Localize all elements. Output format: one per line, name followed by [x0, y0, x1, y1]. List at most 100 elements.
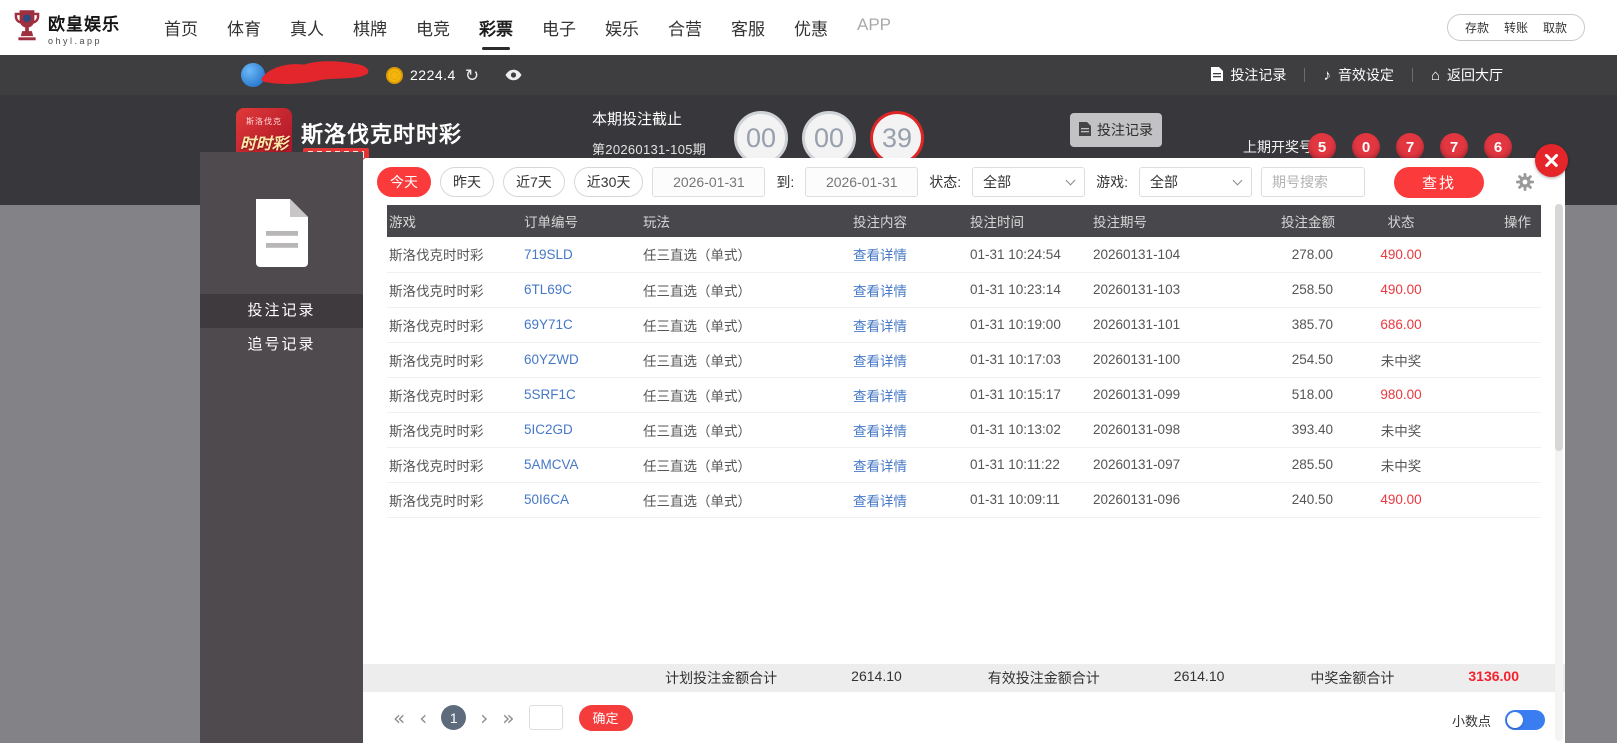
- column-header-2: 订单编号: [522, 205, 641, 237]
- quick-filter-today[interactable]: 今天: [377, 167, 431, 197]
- decimal-toggle[interactable]: [1505, 710, 1545, 730]
- order-link[interactable]: 6TL69C: [522, 272, 641, 308]
- date-from-input[interactable]: [652, 167, 766, 197]
- nav-item-live[interactable]: 真人: [290, 8, 324, 47]
- amount-cell: 285.50: [1240, 447, 1335, 483]
- status-select[interactable]: 全部: [972, 167, 1086, 197]
- user-bar: 2224.4 ↻ 投注记录 ♪ 音效设定 ⌂ 返回大厅: [0, 55, 1617, 95]
- deadline-block: 本期投注截止 第20260131-105期: [592, 108, 706, 158]
- nav-item-sports[interactable]: 体育: [227, 8, 261, 47]
- sound-setting-link[interactable]: ♪ 音效设定: [1305, 65, 1412, 85]
- screen: 欧皇娱乐 ohyl.app 首页 体育 真人 棋牌 电竞 彩票 电子 娱乐 合营…: [0, 0, 1617, 743]
- view-detail-link[interactable]: 查看详情: [851, 272, 968, 308]
- banner-bet-record-button[interactable]: 投注记录: [1070, 113, 1162, 147]
- op-cell: [1465, 237, 1541, 273]
- date-to-input[interactable]: [805, 167, 919, 197]
- amount-cell: 254.50: [1240, 342, 1335, 378]
- scrollbar-thumb[interactable]: [1555, 204, 1563, 452]
- page-jump-input[interactable]: [528, 705, 563, 730]
- next-page-button[interactable]: ›: [480, 708, 488, 728]
- status-label: 状态:: [929, 174, 962, 190]
- quick-filter-yesterday[interactable]: 昨天: [440, 167, 494, 197]
- nav-item-entertainment[interactable]: 娱乐: [605, 8, 639, 47]
- order-link[interactable]: 719SLD: [522, 237, 641, 273]
- nav-item-promo[interactable]: 优惠: [794, 8, 828, 47]
- nav-item-chess[interactable]: 棋牌: [353, 8, 387, 47]
- countdown-circle-minutes: 00: [802, 111, 856, 165]
- wallet-actions: 存款 转账 取款: [1446, 14, 1585, 41]
- sidebar-item-bet-record[interactable]: 投注记录: [200, 294, 363, 328]
- bet-record-label: 投注记录: [1230, 67, 1287, 83]
- quick-filter-30days[interactable]: 近30天: [573, 167, 644, 197]
- plan-total-label: 计划投注金额合计: [665, 670, 778, 686]
- nav-item-app[interactable]: APP: [857, 8, 891, 47]
- period-cell: 20260131-098: [1091, 412, 1240, 448]
- order-link[interactable]: 60YZWD: [522, 342, 641, 378]
- coin-icon: [386, 66, 403, 84]
- view-detail-link[interactable]: 查看详情: [851, 482, 968, 518]
- refresh-balance-icon[interactable]: ↻: [465, 67, 479, 84]
- transfer-button[interactable]: 转账: [1504, 19, 1528, 36]
- order-link[interactable]: 5IC2GD: [522, 412, 641, 448]
- view-detail-link[interactable]: 查看详情: [851, 342, 968, 378]
- draw-ball: 0: [1352, 133, 1380, 161]
- sidebar-item-chase-record[interactable]: 追号记录: [200, 328, 363, 362]
- deposit-button[interactable]: 存款: [1465, 19, 1489, 36]
- nav-item-lottery[interactable]: 彩票: [479, 8, 513, 50]
- game-select[interactable]: 全部: [1139, 167, 1253, 197]
- win-total-label: 中奖金额合计: [1310, 670, 1395, 686]
- draw-ball: 7: [1396, 133, 1424, 161]
- current-page-indicator[interactable]: 1: [441, 705, 467, 730]
- game-cell: 斯洛伐克时时彩: [387, 447, 522, 483]
- view-detail-link[interactable]: 查看详情: [851, 307, 968, 343]
- bet-record-link[interactable]: 投注记录: [1193, 65, 1304, 85]
- view-detail-link[interactable]: 查看详情: [851, 447, 968, 483]
- chevron-down-icon: [1232, 175, 1243, 185]
- amount-cell: 258.50: [1240, 272, 1335, 308]
- amount-cell: 240.50: [1240, 482, 1335, 518]
- modal-sidebar: 投注记录 追号记录: [200, 152, 363, 743]
- close-icon[interactable]: [1535, 144, 1568, 177]
- to-label: 到:: [776, 174, 795, 190]
- order-link[interactable]: 50I6CA: [522, 482, 641, 518]
- nav-item-service[interactable]: 客服: [731, 8, 765, 47]
- last-draw-numbers: 5 0 7 7 6: [1308, 133, 1512, 161]
- first-page-button[interactable]: «: [393, 708, 405, 728]
- last-page-button[interactable]: »: [502, 708, 514, 728]
- nav-item-alliance[interactable]: 合营: [668, 8, 702, 47]
- brand-logo[interactable]: 欧皇娱乐 ohyl.app: [12, 9, 158, 46]
- view-detail-link[interactable]: 查看详情: [851, 377, 968, 413]
- order-link[interactable]: 5SRF1C: [522, 377, 641, 413]
- search-button[interactable]: 查找: [1394, 166, 1485, 198]
- game-label: 游戏:: [1096, 174, 1129, 190]
- view-detail-link[interactable]: 查看详情: [851, 237, 968, 273]
- back-lobby-link[interactable]: ⌂ 返回大厅: [1413, 65, 1521, 85]
- eye-icon[interactable]: [505, 69, 522, 81]
- order-link[interactable]: 69Y71C: [522, 307, 641, 343]
- time-cell: 01-31 10:15:17: [968, 377, 1091, 413]
- view-detail-link[interactable]: 查看详情: [851, 412, 968, 448]
- period-cell: 20260131-096: [1091, 482, 1240, 518]
- quick-filter-7days[interactable]: 近7天: [503, 167, 565, 197]
- status-cell: 980.00: [1335, 377, 1465, 413]
- nav-item-slots[interactable]: 电子: [542, 8, 576, 47]
- nav-item-home[interactable]: 首页: [164, 8, 198, 47]
- play-cell: 任三直选（单式）: [641, 447, 851, 483]
- period-search-input[interactable]: [1261, 167, 1366, 197]
- play-cell: 任三直选（单式）: [641, 272, 851, 308]
- summary-bar: 计划投注金额合计 2614.10 有效投注金额合计 2614.10 中奖金额合计…: [363, 664, 1565, 692]
- chevron-down-icon: [1065, 175, 1076, 185]
- withdraw-button[interactable]: 取款: [1543, 19, 1567, 36]
- order-link[interactable]: 5AMCVA: [522, 447, 641, 483]
- prev-page-button[interactable]: ‹: [419, 708, 427, 728]
- nav-item-esports[interactable]: 电竞: [416, 8, 450, 47]
- brand-name: 欧皇娱乐: [48, 14, 120, 34]
- filter-bar: 今天 昨天 近7天 近30天 到: 状态: 全部 游戏: 全部 查找: [363, 158, 1565, 205]
- modal-scrollbar[interactable]: [1555, 204, 1563, 741]
- draw-ball: 5: [1308, 133, 1336, 161]
- table-body: 斯洛伐克时时彩 719SLD 任三直选（单式） 查看详情 01-31 10:24:54 2…: [387, 237, 1541, 518]
- gear-icon[interactable]: [1515, 172, 1535, 192]
- table-row: 斯洛伐克时时彩 5SRF1C 任三直选（单式） 查看详情 01-31 10:15:17 2…: [387, 377, 1541, 413]
- confirm-page-button[interactable]: 确定: [578, 704, 633, 731]
- table-header-row: 游戏 订单编号 玩法 投注内容 投注时间 投注期号 投注金额 状态 操作: [387, 205, 1541, 237]
